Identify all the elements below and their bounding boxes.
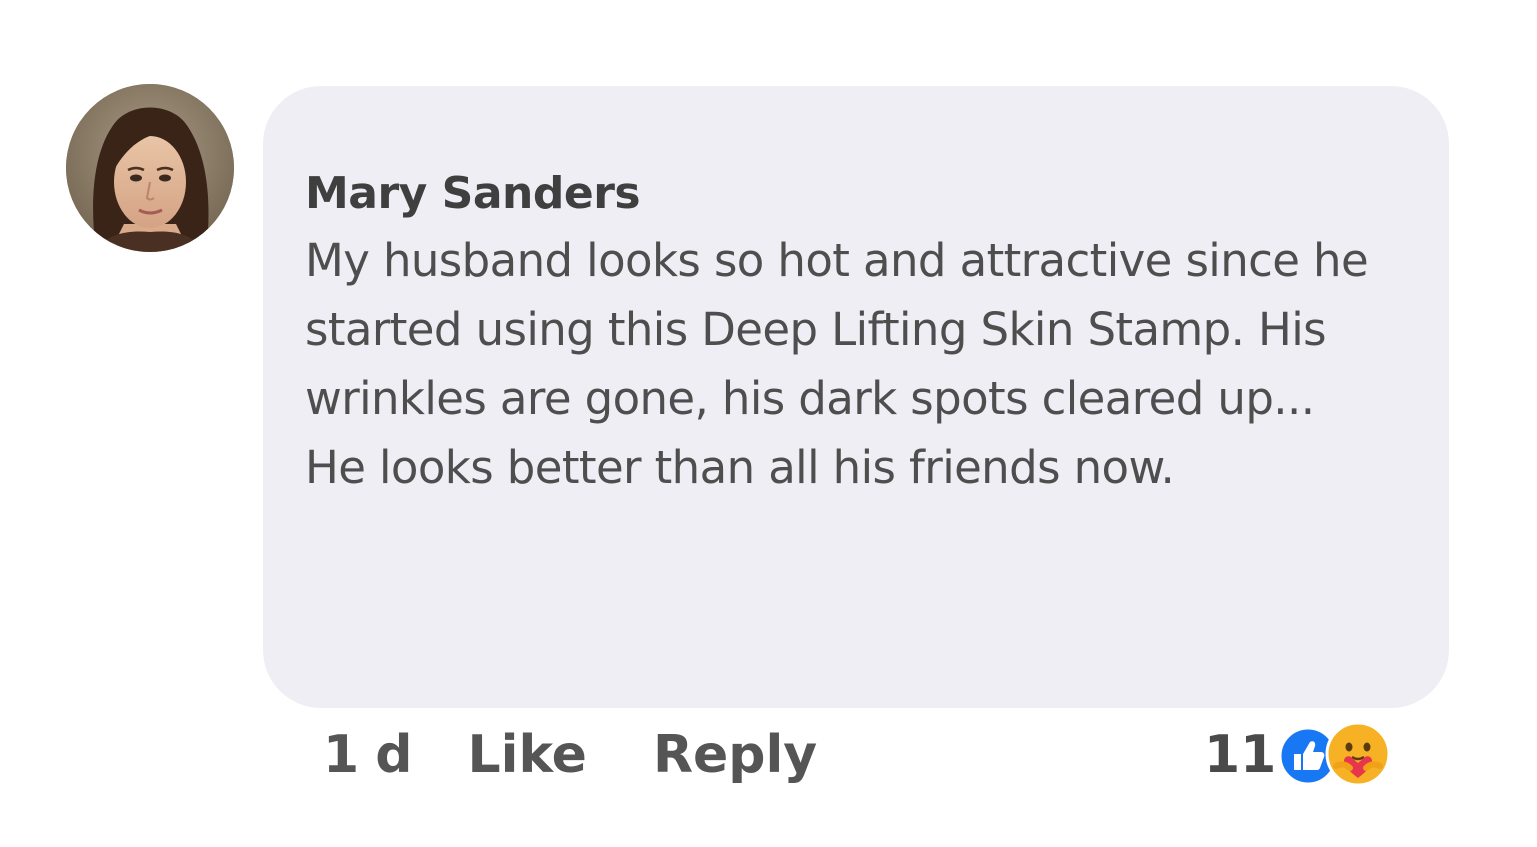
care-icon (1325, 721, 1391, 787)
reaction-summary[interactable]: 11 (1204, 718, 1392, 792)
comment-actions: 1 d Like Reply (323, 718, 817, 792)
comment-bubble: Mary Sanders My husband looks so hot and… (263, 86, 1449, 708)
comment-text: My husband looks so hot and attractive s… (305, 234, 1369, 494)
comment-timestamp[interactable]: 1 d (323, 725, 413, 785)
reply-button[interactable]: Reply (653, 725, 817, 785)
reaction-count: 11 (1204, 725, 1277, 785)
avatar[interactable] (66, 84, 234, 252)
reaction-icons (1278, 718, 1392, 792)
profile-photo-icon (66, 84, 234, 252)
comment-author[interactable]: Mary Sanders (305, 164, 1409, 224)
like-button[interactable]: Like (468, 725, 587, 785)
